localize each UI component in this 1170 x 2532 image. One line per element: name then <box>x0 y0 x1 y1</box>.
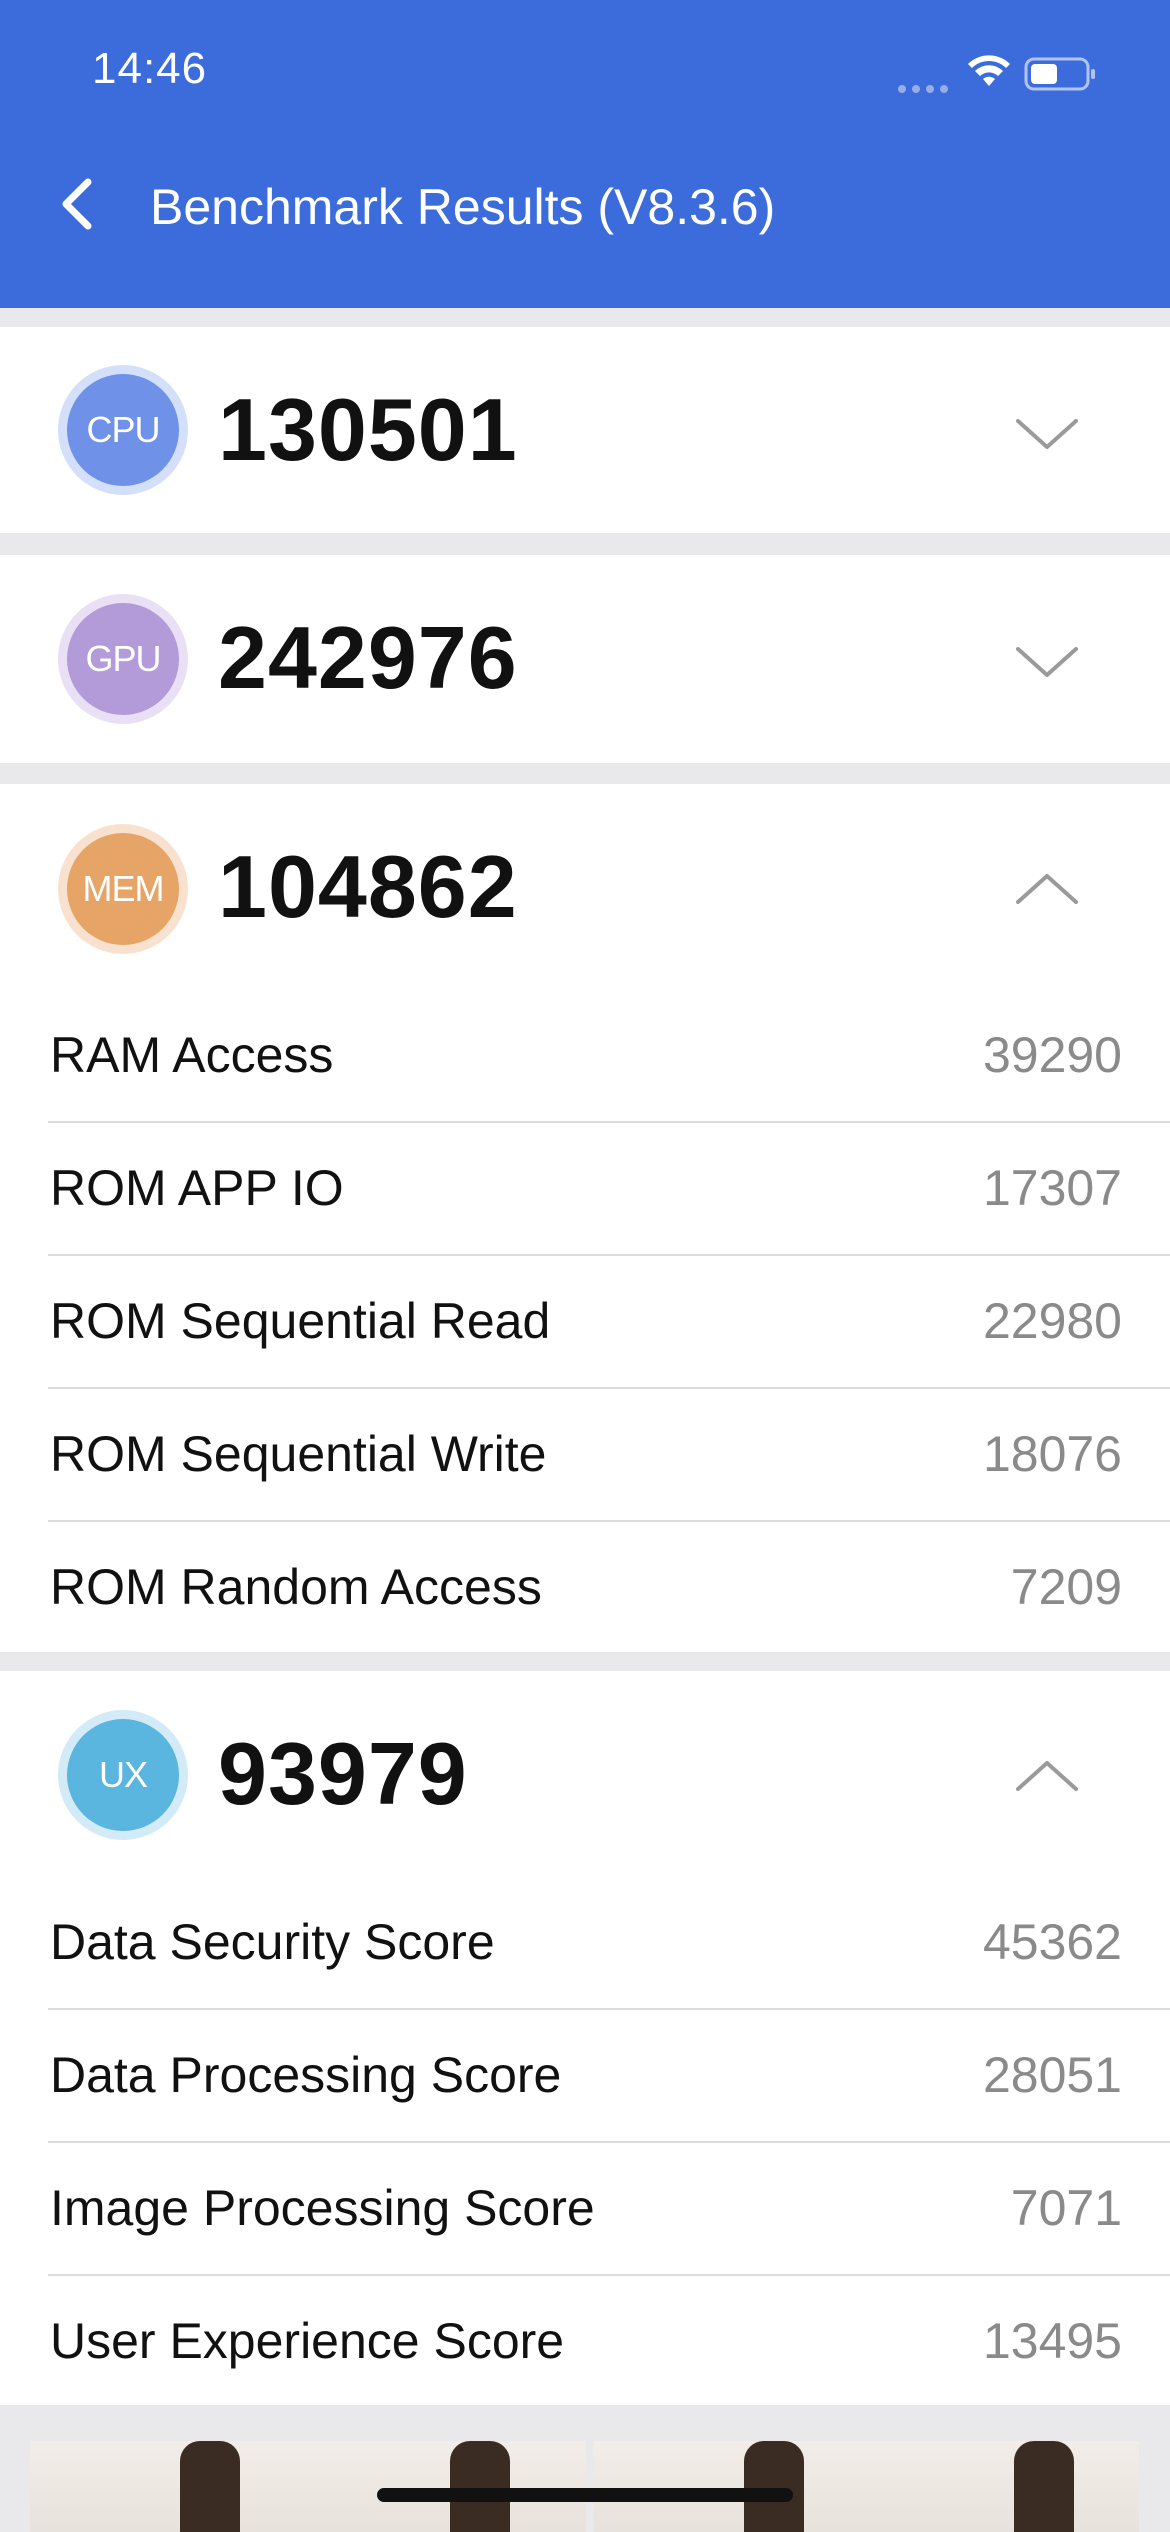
ux-detail-list: Data Security Score 45362 Data Processin… <box>48 1877 1170 2407</box>
page-title: Benchmark Results (V8.3.6) <box>150 179 776 235</box>
ux-badge: UX <box>67 1719 179 1831</box>
list-item: Data Processing Score 28051 <box>48 2010 1170 2143</box>
mem-badge: MEM <box>67 833 179 945</box>
detail-value: 13495 <box>982 2313 1122 2369</box>
detail-label: ROM Random Access <box>50 1559 542 1615</box>
hair-shape <box>744 2441 804 2532</box>
ux-summary-row[interactable]: UX 93979 <box>0 1671 1170 1877</box>
chevron-up-icon[interactable] <box>1012 868 1082 908</box>
ad-image[interactable] <box>594 2441 1139 2532</box>
gpu-score: 242976 <box>218 608 518 707</box>
wifi-icon <box>968 55 1010 86</box>
detail-label: ROM Sequential Read <box>50 1293 551 1349</box>
battery-icon <box>1024 57 1095 91</box>
cpu-score-card[interactable]: CPU 130501 <box>0 327 1170 533</box>
list-item: ROM Random Access 7209 <box>48 1522 1170 1653</box>
detail-label: Data Processing Score <box>50 2047 562 2103</box>
chevron-up-icon[interactable] <box>1012 1755 1082 1795</box>
mem-score-card: MEM 104862 RAM Access 39290 ROM APP IO 1… <box>0 784 1170 1652</box>
gpu-summary-row[interactable]: GPU 242976 <box>0 555 1170 761</box>
gpu-badge-ring: GPU <box>58 594 188 724</box>
detail-value: 28051 <box>982 2047 1122 2103</box>
detail-value: 7071 <box>1010 2180 1122 2236</box>
detail-label: ROM APP IO <box>50 1160 344 1216</box>
back-chevron-icon[interactable] <box>50 174 110 234</box>
detail-label: ROM Sequential Write <box>50 1426 547 1482</box>
benchmark-results-screen: 14:46 Benchmark Results (V8.3.6) CPU 130… <box>0 0 1170 2532</box>
signal-icon <box>898 80 954 98</box>
ux-badge-ring: UX <box>58 1710 188 1840</box>
detail-label: User Experience Score <box>50 2313 565 2369</box>
hair-shape <box>180 2441 240 2532</box>
app-header: 14:46 Benchmark Results (V8.3.6) <box>0 0 1170 308</box>
list-item: ROM Sequential Read 22980 <box>48 1256 1170 1389</box>
status-icons <box>898 50 1118 100</box>
detail-label: RAM Access <box>50 1027 334 1083</box>
detail-value: 39290 <box>982 1027 1122 1083</box>
list-item: ROM Sequential Write 18076 <box>48 1389 1170 1522</box>
hair-shape <box>450 2441 510 2532</box>
status-time: 14:46 <box>92 44 208 93</box>
cpu-badge-ring: CPU <box>58 365 188 495</box>
mem-badge-ring: MEM <box>58 824 188 954</box>
ux-score-card: UX 93979 Data Security Score 45362 Data … <box>0 1671 1170 2405</box>
list-item: User Experience Score 13495 <box>48 2276 1170 2407</box>
gpu-badge: GPU <box>67 603 179 715</box>
ad-image[interactable] <box>30 2441 586 2532</box>
detail-value: 18076 <box>982 1426 1122 1482</box>
list-item: RAM Access 39290 <box>48 990 1170 1123</box>
mem-score: 104862 <box>218 837 518 936</box>
chevron-down-icon[interactable] <box>1012 413 1082 453</box>
list-item: Image Processing Score 7071 <box>48 2143 1170 2276</box>
detail-label: Image Processing Score <box>50 2180 595 2236</box>
list-item: ROM APP IO 17307 <box>48 1123 1170 1256</box>
mem-detail-list: RAM Access 39290 ROM APP IO 17307 ROM Se… <box>48 990 1170 1653</box>
chevron-down-icon[interactable] <box>1012 641 1082 681</box>
ux-score: 93979 <box>218 1724 468 1823</box>
detail-value: 45362 <box>982 1914 1122 1970</box>
detail-value: 7209 <box>1010 1559 1122 1615</box>
list-item: Data Security Score 45362 <box>48 1877 1170 2010</box>
gpu-score-card[interactable]: GPU 242976 <box>0 555 1170 763</box>
detail-value: 17307 <box>982 1160 1122 1216</box>
mem-summary-row[interactable]: MEM 104862 <box>0 784 1170 990</box>
cpu-score: 130501 <box>218 380 518 479</box>
home-indicator[interactable] <box>377 2488 793 2502</box>
ad-banner[interactable] <box>0 2405 1170 2532</box>
cpu-summary-row[interactable]: CPU 130501 <box>0 327 1170 533</box>
cpu-badge: CPU <box>67 374 179 486</box>
hair-shape <box>1014 2441 1074 2532</box>
detail-label: Data Security Score <box>50 1914 495 1970</box>
detail-value: 22980 <box>982 1293 1122 1349</box>
